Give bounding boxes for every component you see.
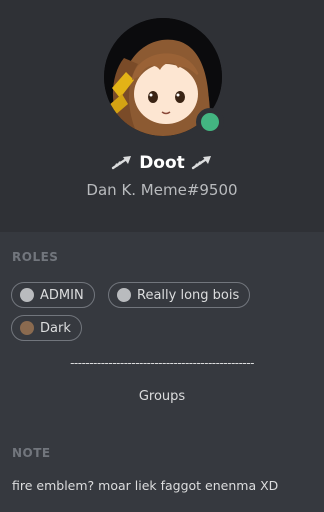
user-profile-card: Doot Dan K. Meme#9500 ROLES ADMIN Really… [0,0,324,512]
role-pill-really-long-bois[interactable]: Really long bois [108,282,251,308]
note-input[interactable]: fire emblem? moar liek faggot enenma XD [12,478,317,493]
note-heading: NOTE [12,446,51,460]
role-color-dot [20,321,34,335]
profile-body [0,232,324,512]
role-label: Dark [40,320,71,336]
groups-divider: ----------------------------------------… [70,356,254,370]
profile-header: Doot Dan K. Meme#9500 [0,0,324,232]
avatar-container[interactable] [104,18,224,136]
trumpet-icon [191,156,211,170]
groups-label: Groups [138,389,186,404]
roles-heading: ROLES [12,250,59,264]
role-color-dot [20,288,34,302]
display-name: Doot [139,153,185,173]
trumpet-icon [111,156,132,170]
role-pill-admin[interactable]: ADMIN [11,282,95,308]
role-label: ADMIN [40,287,84,303]
role-label: Really long bois [137,287,240,303]
role-color-dot [117,288,131,302]
display-name-row: Doot [0,150,324,176]
username-tag: Dan K. Meme#9500 [86,181,238,199]
online-status-indicator [196,108,224,136]
role-pill-dark[interactable]: Dark [11,315,82,341]
